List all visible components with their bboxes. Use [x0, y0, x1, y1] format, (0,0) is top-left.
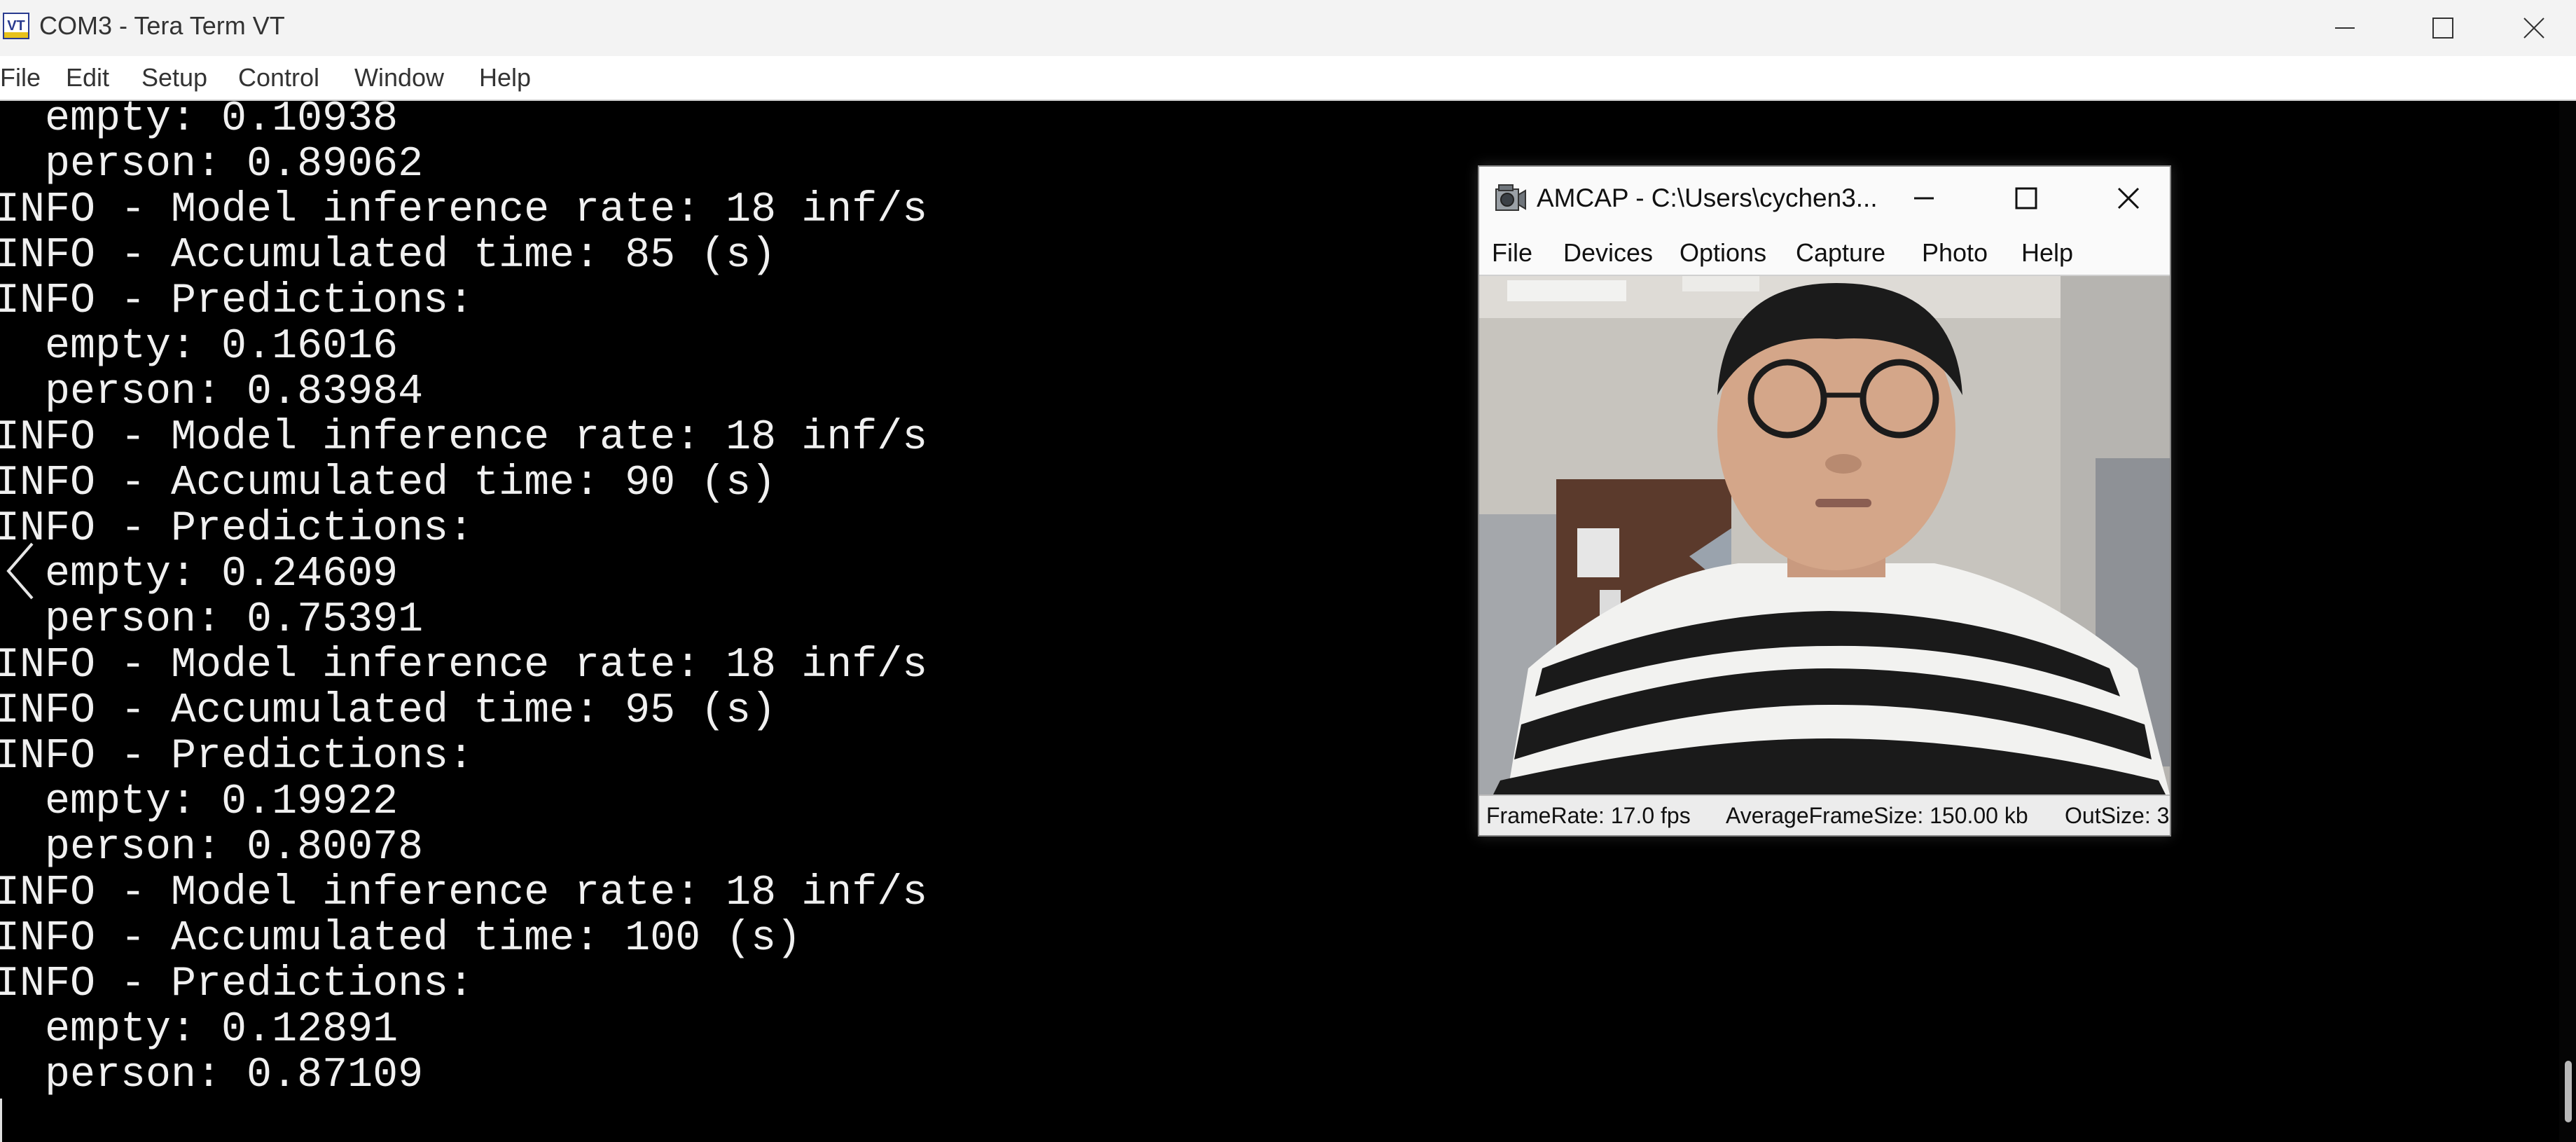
menu-setup[interactable]: Setup — [141, 63, 207, 92]
terminal-line: person: 0.80078 — [0, 824, 424, 872]
terminal-line: INFO - Model inference rate: 18 inf/s — [0, 642, 928, 689]
terminal-line: empty: 0.16016 — [0, 323, 399, 371]
camera-frame-image — [1479, 276, 2170, 794]
menu-file[interactable]: File — [0, 63, 41, 92]
menu-bar: File Edit Setup Control Window Help — [0, 56, 2576, 101]
maximize-icon — [2015, 187, 2037, 209]
terminal-line: INFO - Predictions: — [0, 277, 474, 325]
close-icon — [2523, 18, 2544, 39]
amcap-menu-photo[interactable]: Photo — [1922, 238, 1988, 268]
terminal-line: INFO - Model inference rate: 18 inf/s — [0, 186, 928, 234]
minimize-icon — [2335, 27, 2355, 29]
tera-term-app-icon: VT — [3, 13, 29, 39]
amcap-menu-file[interactable]: File — [1492, 238, 1532, 268]
minimize-icon — [1914, 197, 1934, 200]
amcap-menu-capture[interactable]: Capture — [1796, 238, 1885, 268]
camera-preview — [1479, 276, 2170, 794]
terminal-line: person: 0.89062 — [0, 141, 424, 188]
scrollbar-thumb[interactable] — [2565, 1061, 2572, 1122]
status-avg-frame-size: AverageFrameSize: 150.00 kb — [1726, 803, 2028, 828]
terminal-line: INFO - Accumulated time: 100 (s) — [0, 915, 802, 963]
terminal-line: INFO - Accumulated time: 90 (s) — [0, 460, 777, 507]
maximize-icon — [2432, 18, 2453, 39]
menu-window[interactable]: Window — [354, 63, 444, 92]
terminal-line: person: 0.83984 — [0, 369, 424, 416]
terminal-line: INFO - Predictions: — [0, 733, 474, 780]
amcap-minimize-button[interactable] — [1905, 179, 1943, 217]
amcap-title-bar: AMCAP - C:\Users\cychen3... — [1479, 167, 2170, 228]
amcap-close-button[interactable] — [2110, 179, 2147, 217]
terminal-line: INFO - Accumulated time: 95 (s) — [0, 687, 777, 735]
amcap-status-bar: FrameRate: 17.0 fps AverageFrameSize: 15… — [1479, 794, 2170, 835]
terminal-line: INFO - Predictions: — [0, 505, 474, 553]
terminal-line: empty: 0.10938 — [0, 101, 399, 143]
amcap-window[interactable]: AMCAP - C:\Users\cychen3... File Devices… — [1478, 165, 2171, 837]
menu-help[interactable]: Help — [479, 63, 531, 92]
menu-control[interactable]: Control — [238, 63, 319, 92]
maximize-button[interactable] — [2394, 0, 2492, 56]
window-title: COM3 - Tera Term VT — [39, 11, 285, 40]
terminal-line: INFO - Predictions: — [0, 961, 474, 1008]
title-bar: VT COM3 - Tera Term VT — [0, 0, 2576, 56]
terminal-line: person: 0.87109 — [0, 1052, 424, 1099]
amcap-menu-options[interactable]: Options — [1680, 238, 1766, 268]
camera-app-icon — [1495, 184, 1526, 211]
menu-edit[interactable]: Edit — [66, 63, 109, 92]
terminal-line: INFO - Model inference rate: 18 inf/s — [0, 869, 928, 917]
terminal-line: empty: 0.24609 — [0, 551, 399, 598]
terminal-line: INFO - Model inference rate: 18 inf/s — [0, 414, 928, 462]
vertical-scrollbar[interactable] — [2559, 101, 2576, 1142]
amcap-maximize-button[interactable] — [2007, 179, 2045, 217]
terminal-line: person: 0.75391 — [0, 596, 424, 644]
close-icon — [2117, 187, 2140, 209]
chevron-left-icon[interactable] — [4, 539, 39, 603]
amcap-title: AMCAP - C:\Users\cychen3... — [1537, 184, 1878, 212]
amcap-menu-bar: File Devices Options Capture Photo Help — [1479, 228, 2170, 276]
status-framerate: FrameRate: 17.0 fps — [1486, 803, 1691, 828]
terminal-cursor — [0, 1099, 8, 1142]
minimize-button[interactable] — [2296, 0, 2394, 56]
status-outsize: OutSize: 3 — [2065, 803, 2170, 828]
close-button[interactable] — [2492, 0, 2576, 56]
amcap-menu-help[interactable]: Help — [2021, 238, 2073, 268]
terminal-output[interactable]: empty: 0.10938 person: 0.89062 INFO - Mo… — [0, 101, 2559, 1142]
terminal-line: empty: 0.12891 — [0, 1006, 399, 1054]
terminal-line: empty: 0.19922 — [0, 778, 399, 826]
terminal-line: INFO - Accumulated time: 85 (s) — [0, 232, 777, 280]
amcap-menu-devices[interactable]: Devices — [1563, 238, 1653, 268]
